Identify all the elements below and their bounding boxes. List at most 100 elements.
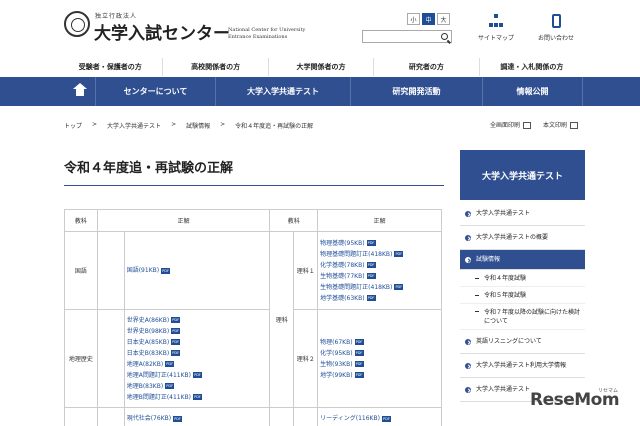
watermark-sub: リセマム (598, 388, 619, 394)
logo-emblem-icon[interactable] (64, 11, 90, 37)
file-link-label: 物理基礎問題訂正(418KB) (320, 250, 393, 258)
search-icon[interactable] (441, 33, 448, 40)
font-size-medium-button[interactable]: 中 (422, 13, 435, 25)
pdf-file-link[interactable]: 日本史A(85KB) PDF (127, 337, 268, 348)
sidebar-subitem[interactable]: 令和５年度試験 (460, 287, 585, 304)
pdf-file-link[interactable]: 地理B(83KB) PDF (127, 381, 268, 392)
audience-nav-item[interactable]: 受験者・保護者の方 (58, 58, 162, 76)
font-size-switcher: 小 中 大 (407, 13, 450, 25)
pdf-icon: PDF (171, 339, 181, 345)
pdf-icon: PDF (354, 372, 364, 378)
sidebar-item-label: 大学入学共通テストの概要 (476, 234, 549, 241)
home-button[interactable] (64, 77, 96, 106)
pdf-file-link[interactable]: 生物基礎問題訂正(418KB) PDF (320, 282, 439, 293)
audience-nav-item[interactable]: 大学関係者の方 (267, 58, 373, 76)
breadcrumb: トップ > 大学入学共通テスト > 試験情報 > 令和４年度追・再試験の正解 (64, 121, 314, 130)
file-link-label: リーディング(116KB) (320, 415, 380, 422)
sitemap-link[interactable]: サイトマップ (471, 14, 521, 42)
sidebar-item[interactable]: 大学入学共通テスト (460, 202, 585, 226)
home-icon (72, 82, 87, 97)
dash-icon (475, 311, 479, 312)
sidebar-item-label: 令和７年度以降の試験に向けた検討について (484, 309, 581, 325)
audience-nav-item[interactable]: 高校関係者の方 (162, 58, 267, 76)
contact-link[interactable]: お問い合わせ (531, 14, 581, 42)
pdf-file-link[interactable]: 地理A問題訂正(411KB) PDF (127, 370, 268, 381)
main-nav-item[interactable]: 情報公開 (483, 77, 583, 106)
contact-label: お問い合わせ (537, 35, 574, 42)
empty-cell (96, 309, 125, 408)
subject-cell: 理科１ (293, 231, 319, 310)
logo-title[interactable]: 大学入試センター (94, 19, 230, 44)
sidebar-item-label: 令和５年度試験 (484, 292, 527, 299)
main-nav-item[interactable]: 大学入学共通テスト (216, 77, 351, 106)
pdf-icon: PDF (366, 240, 376, 246)
printer-icon (523, 122, 532, 129)
pdf-file-link[interactable]: 生物基礎(77KB) PDF (320, 271, 439, 282)
font-size-small-button[interactable]: 小 (407, 13, 420, 25)
file-link-label: 地理B(83KB) (126, 382, 164, 390)
pdf-file-link[interactable]: 生物(93KB) PDF (320, 359, 439, 370)
pdf-file-link[interactable]: 化学基礎(78KB) PDF (320, 260, 439, 271)
main-nav: センターについて 大学入学共通テスト 研究開発活動 情報公開 (0, 77, 640, 106)
sidebar-item-label: 英語リスニングについて (476, 338, 542, 345)
file-link-label: 地学(99KB) (320, 371, 353, 379)
file-link-label: 地学基礎(63KB) (320, 294, 365, 302)
pdf-icon: PDF (354, 361, 364, 367)
audience-nav-item[interactable]: 調達・入札関係の方 (478, 58, 584, 76)
file-link-label: 地理A問題訂正(411KB) (126, 371, 192, 379)
audience-nav-item[interactable]: 研究者の方 (373, 58, 478, 76)
main-nav-item[interactable]: センターについて (96, 77, 216, 106)
pdf-icon: PDF (165, 383, 175, 389)
print-full-button[interactable]: 全画面印刷 (490, 120, 532, 129)
file-link-label: 日本史B(83KB) (126, 349, 170, 357)
file-link-label: 物理基礎(95KB) (320, 239, 365, 247)
pdf-file-link[interactable]: 物理基礎問題訂正(418KB) PDF (320, 249, 439, 260)
pdf-file-link[interactable]: 世界史A(86KB) PDF (127, 315, 268, 326)
pdf-icon: PDF (173, 415, 183, 422)
chevron-right-icon (465, 387, 471, 393)
sitemap-label: サイトマップ (477, 35, 514, 42)
font-size-large-button[interactable]: 大 (437, 13, 450, 25)
pdf-file-link[interactable]: リーディング(116KB) PDF (320, 413, 439, 424)
subject-cell: 国語 (64, 231, 98, 310)
file-link-label: 生物基礎問題訂正(418KB) (320, 283, 393, 291)
pdf-file-link[interactable]: 地理A(82KB) PDF (127, 359, 268, 370)
file-link-label: 化学基礎(78KB) (320, 261, 365, 269)
sidebar-item[interactable]: 大学入学共通テスト利用大学情報 (460, 354, 585, 378)
pdf-file-link[interactable]: 地学(99KB) PDF (320, 370, 439, 381)
pdf-file-link[interactable]: 国語(91KB) PDF (127, 265, 268, 276)
pdf-file-link[interactable]: 日本史B(83KB) PDF (127, 348, 268, 359)
breadcrumb-item[interactable]: 試験情報 (186, 121, 210, 130)
sidebar-item[interactable]: 英語リスニングについて (460, 330, 585, 354)
pdf-file-link[interactable]: 化学(95KB) PDF (320, 348, 439, 359)
file-link-label: 化学(95KB) (320, 349, 353, 357)
breadcrumb-item[interactable]: トップ (64, 121, 82, 130)
files-cell: 現代社会(76KB) PDF (123, 407, 271, 426)
files-cell: 物理基礎(95KB) PDF 物理基礎問題訂正(418KB) PDF 化学基礎(78KB… (317, 231, 442, 310)
audience-nav: 受験者・保護者の方 高校関係者の方 大学関係者の方 研究者の方 調達・入札関係の… (58, 58, 584, 76)
sidebar-item-label: 大学入学共通テスト (476, 210, 531, 217)
sidebar-item-label: 試験情報 (476, 256, 501, 263)
pdf-file-link[interactable]: 世界史B(98KB) PDF (127, 326, 268, 337)
pdf-file-link[interactable]: 物理(67KB) PDF (320, 337, 439, 348)
sidebar-heading[interactable]: 大学入学共通テスト (460, 150, 585, 200)
file-link-label: 現代社会(76KB) (126, 415, 172, 422)
logo-english: National Center for University Entrance … (228, 27, 306, 40)
pdf-file-link[interactable]: 地理B問題訂正(411KB) PDF (127, 392, 268, 403)
pdf-file-link[interactable]: 現代社会(76KB) PDF (127, 413, 268, 424)
sidebar-item[interactable]: 大学入学共通テストの概要 (460, 226, 585, 250)
chevron-right-icon (465, 363, 471, 369)
pdf-icon: PDF (171, 317, 181, 323)
sidebar-subitem[interactable]: 令和７年度以降の試験に向けた検討について (460, 304, 585, 330)
pdf-icon: PDF (381, 415, 391, 422)
breadcrumb-item[interactable]: 大学入学共通テスト (107, 121, 161, 130)
dash-icon (475, 278, 479, 279)
pdf-file-link[interactable]: 地学基礎(63KB) PDF (320, 293, 439, 304)
search-input[interactable] (363, 31, 437, 42)
sidebar-subitem[interactable]: 令和４年度試験 (460, 270, 585, 287)
pdf-file-link[interactable]: 物理基礎(95KB) PDF (320, 238, 439, 249)
sidebar-item[interactable]: 試験情報 (460, 250, 585, 270)
table-header: 教科 (64, 209, 98, 232)
main-nav-item[interactable]: 研究開発活動 (351, 77, 483, 106)
print-text-button[interactable]: 本文印刷 (543, 120, 579, 129)
